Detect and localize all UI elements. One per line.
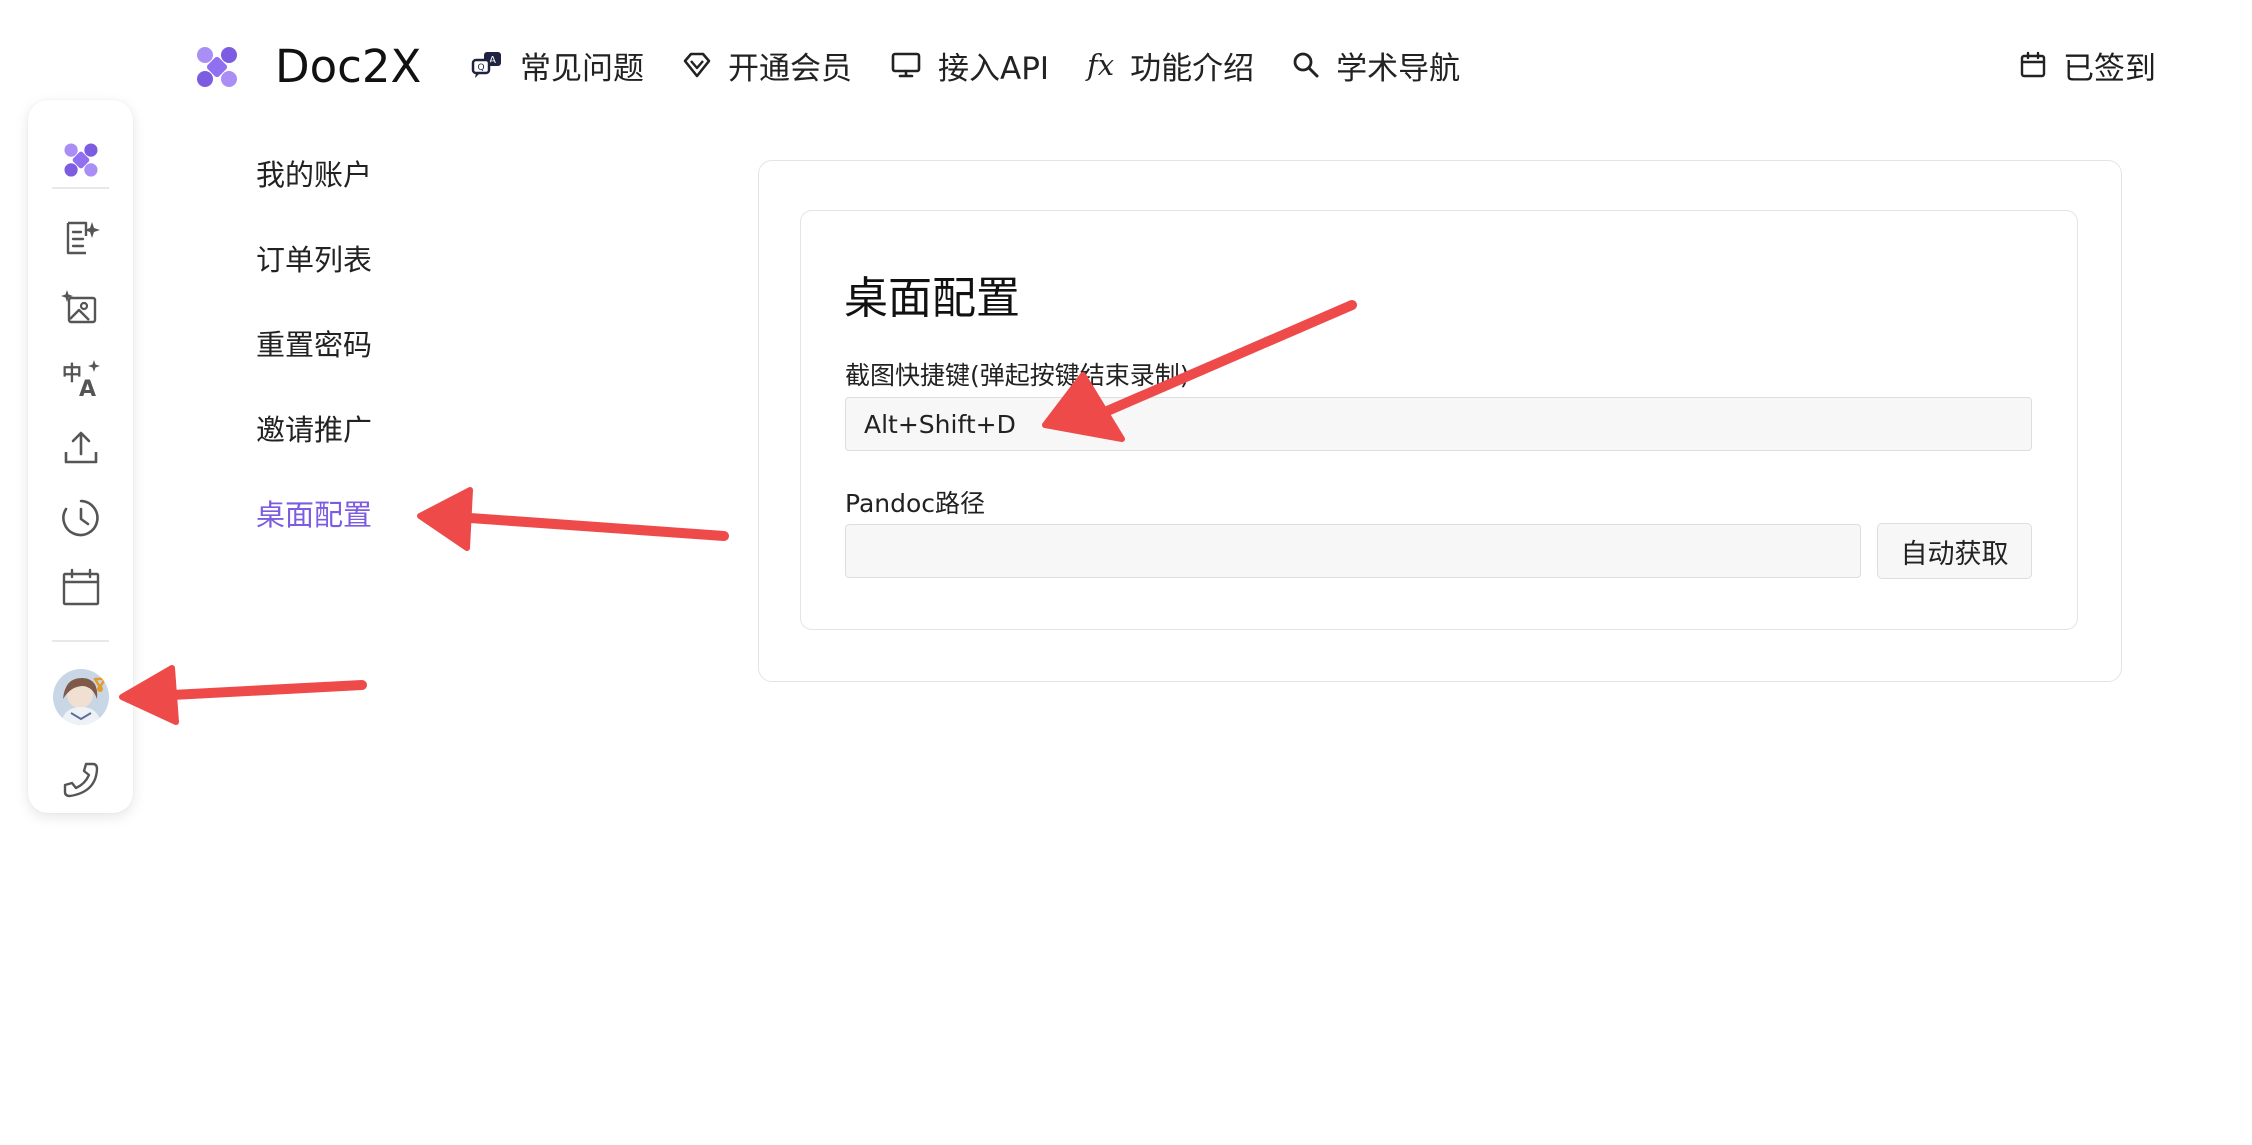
image-sparkle-icon <box>60 290 96 324</box>
nav-faq[interactable]: A Q 常见问题 <box>470 36 644 94</box>
rail-divider <box>52 640 109 642</box>
nav-academic[interactable]: 学术导航 <box>1292 36 1460 94</box>
arrow-to-avatar <box>119 665 367 725</box>
phone-icon <box>63 762 98 798</box>
nav-label: 功能介绍 <box>1130 50 1255 87</box>
nav-membership[interactable]: 开通会员 <box>682 36 852 94</box>
monitor-icon <box>890 51 922 79</box>
auto-detect-button[interactable]: 自动获取 <box>1877 523 2032 579</box>
checkin-button[interactable]: 已签到 <box>2019 36 2156 94</box>
upload-icon <box>64 431 97 464</box>
avatar <box>52 669 109 725</box>
nav-label: 学术导航 <box>1336 50 1461 87</box>
faq-chat-icon: A Q <box>470 50 504 80</box>
rail-divider <box>52 187 109 189</box>
rail-history-button[interactable] <box>28 488 133 548</box>
menu-item-orders[interactable]: 订单列表 <box>256 235 372 320</box>
menu-item-desktop-config[interactable]: 桌面配置 <box>256 490 372 575</box>
search-icon <box>1292 51 1320 79</box>
top-nav: A Q 常见问题 开通会员 接入API fx 功能介绍 学术导航 <box>470 36 1498 94</box>
checkin-label: 已签到 <box>2063 50 2156 87</box>
document-sparkle-icon <box>66 221 100 255</box>
rail-contact-button[interactable] <box>28 750 133 810</box>
nav-api[interactable]: 接入API <box>890 36 1049 94</box>
shortcut-label: 截图快捷键(弹起按键结束录制) <box>845 361 1190 390</box>
rail-document-button[interactable] <box>28 208 133 268</box>
history-icon <box>61 499 99 537</box>
account-settings-menu: 我的账户 订单列表 重置密码 邀请推广 桌面配置 <box>256 150 372 575</box>
diamond-icon <box>682 51 712 79</box>
rail-calendar-button[interactable] <box>28 558 133 618</box>
menu-item-referral[interactable]: 邀请推广 <box>256 405 372 490</box>
rail-logo-button[interactable] <box>28 130 133 190</box>
brand-logo[interactable]: Doc2X <box>194 40 421 93</box>
nav-features[interactable]: fx 功能介绍 <box>1087 36 1254 94</box>
pandoc-path-label: Pandoc路径 <box>845 489 986 518</box>
nav-label: 接入API <box>938 50 1050 87</box>
rail-image-button[interactable] <box>28 278 133 338</box>
nav-label: 常见问题 <box>520 50 644 87</box>
menu-item-reset-password[interactable]: 重置密码 <box>256 320 372 405</box>
arrow-to-desktop-config-menu <box>417 487 729 551</box>
logo-icon <box>63 143 98 177</box>
brand-name: Doc2X <box>275 40 422 93</box>
calendar-icon <box>2019 51 2047 79</box>
shortcut-input[interactable]: Alt+Shift+D <box>845 397 2032 451</box>
translate-icon: 中 A <box>62 360 100 398</box>
section-title: 桌面配置 <box>844 273 1020 324</box>
rail-upload-button[interactable] <box>28 418 133 478</box>
pandoc-path-input[interactable] <box>845 524 1861 578</box>
rail-translate-button[interactable]: 中 A <box>28 348 133 408</box>
doc2x-logo-icon <box>197 46 237 87</box>
rail-avatar-button[interactable] <box>28 667 133 727</box>
page: Doc2X A Q 常见问题 开通会员 接入API fx 功能介绍 学术导航 已… <box>0 0 2252 1145</box>
svg-text:Q: Q <box>477 63 484 73</box>
svg-text:A: A <box>79 377 96 398</box>
nav-label: 开通会员 <box>728 50 852 87</box>
fx-icon: fx <box>1087 48 1115 82</box>
calendar-icon <box>62 568 99 606</box>
menu-item-my-account[interactable]: 我的账户 <box>256 150 372 235</box>
side-rail: 中 A <box>28 100 133 813</box>
